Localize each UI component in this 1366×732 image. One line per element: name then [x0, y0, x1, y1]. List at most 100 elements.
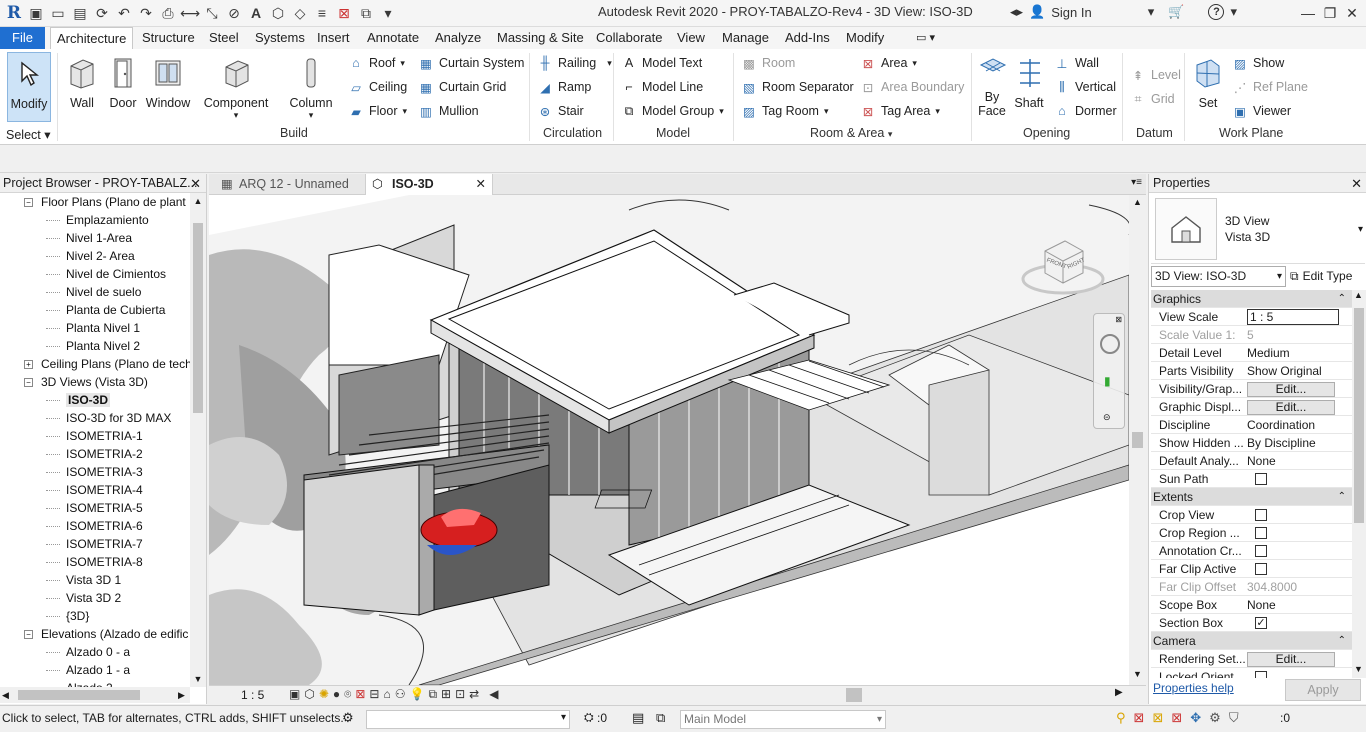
level-button[interactable]: ⇞ Level [1130, 65, 1181, 85]
tab-steel[interactable]: Steel [203, 27, 245, 49]
dormer-button[interactable]: ⌂ Dormer [1054, 101, 1116, 121]
curtain-grid-button[interactable]: ▦ Curtain Grid [418, 77, 506, 97]
worksets-icon[interactable]: ⚙ [342, 710, 354, 726]
select-underlay-icon[interactable]: ⊠ [1134, 710, 1145, 726]
tree-item[interactable]: Vista 3D 2 [46, 589, 121, 607]
tab-modify[interactable]: Modify [840, 27, 890, 49]
view-instance-selector[interactable]: 3D View: ISO-3D ▾ [1151, 266, 1286, 287]
tree-item[interactable]: Nivel 2- Area [46, 247, 135, 265]
properties-vscroll[interactable]: ▲ ▼ [1352, 290, 1366, 678]
property-group-header[interactable]: Graphics ⌃ [1151, 290, 1352, 308]
viewcube[interactable]: FRONT RIGHT [1021, 235, 1105, 299]
home-icon[interactable]: ▣ [26, 3, 46, 23]
show-work-plane-button[interactable]: ▨ Show [1232, 53, 1284, 73]
tree-item[interactable]: Nivel de Cimientos [46, 265, 166, 283]
design-option-dropdown[interactable]: Main Model ▾ [680, 710, 886, 729]
property-value[interactable]: Show Original [1247, 362, 1351, 380]
checkbox[interactable] [1255, 545, 1267, 557]
property-row[interactable]: Show Hidden ... By Discipline [1151, 434, 1352, 452]
property-edit-button[interactable]: Edit... [1247, 380, 1351, 398]
property-checkbox[interactable] [1255, 560, 1353, 578]
property-checkbox[interactable] [1255, 542, 1353, 560]
tree-category[interactable]: −3D Views (Vista 3D) [24, 373, 148, 391]
area-button[interactable]: ⊠ Area ▾ [860, 53, 917, 73]
project-browser-vscroll[interactable]: ▲ ▼ [190, 193, 206, 687]
save-icon[interactable]: ▤ [70, 3, 90, 23]
property-value[interactable]: By Discipline [1247, 434, 1351, 452]
ceiling-button[interactable]: ▱ Ceiling [348, 77, 407, 97]
property-row[interactable]: View Scale 1 : 5 [1151, 308, 1352, 326]
close-icon[interactable]: ✕ [190, 174, 201, 193]
tree-item[interactable]: Alzado 2 [46, 679, 113, 687]
area-dropdown-icon[interactable]: ▾ [912, 58, 917, 69]
shaft-button[interactable]: Shaft [1012, 52, 1046, 132]
qat-dropdown-icon[interactable]: ▾ [378, 3, 398, 23]
chevron-down-icon[interactable]: ▾ [877, 711, 882, 728]
filter-icon[interactable]: ⛉ [1229, 710, 1239, 726]
room-button[interactable]: ▩ Room [741, 53, 795, 73]
edit-type-button[interactable]: ⧉ Edit Type [1290, 266, 1352, 287]
sync-icon[interactable]: ⟳ [92, 3, 112, 23]
vertical-button[interactable]: ⫼ Vertical [1054, 77, 1116, 97]
project-browser-scroll-thumb[interactable] [193, 223, 203, 413]
properties-scroll-thumb[interactable] [1354, 308, 1364, 523]
chevron-down-icon[interactable]: ▾ [1358, 224, 1363, 235]
tree-item[interactable]: ISOMETRIA-1 [46, 427, 143, 445]
room-area-dropdown-icon[interactable]: ▾ [888, 129, 893, 139]
property-value[interactable]: Coordination [1247, 416, 1351, 434]
chevron-down-icon[interactable]: ▾ [561, 712, 566, 723]
door-button[interactable]: Door [105, 52, 141, 132]
help-icon[interactable]: ? [1208, 4, 1225, 20]
tree-item[interactable]: Alzado 1 - a [46, 661, 130, 679]
property-row[interactable]: Graphic Displ... Edit... [1151, 398, 1352, 416]
tree-item[interactable]: Planta Nivel 2 [46, 337, 140, 355]
3d-viewport[interactable]: FRONT RIGHT ⊠ ▮ ⊝ [209, 195, 1129, 685]
tree-category[interactable]: − Floor Plans (Plano de plant [24, 193, 186, 211]
property-row[interactable]: Sun Path [1151, 470, 1352, 488]
collapse-icon[interactable]: − [24, 198, 33, 208]
scroll-right-icon[interactable]: ▶ [1115, 687, 1123, 698]
tab-annotate[interactable]: Annotate [361, 27, 425, 49]
viewport-vscroll[interactable]: ▲ ▼ [1129, 195, 1146, 685]
expand-icon[interactable]: + [24, 360, 33, 370]
visual-style-icon[interactable]: ⬡ [304, 687, 314, 702]
checkbox[interactable] [1255, 473, 1267, 485]
property-checkbox[interactable] [1255, 470, 1353, 488]
property-row[interactable]: Parts Visibility Show Original [1151, 362, 1352, 380]
reveal-hidden-icon[interactable]: 💡 [409, 687, 424, 702]
property-group-header[interactable]: Camera ⌃ [1151, 632, 1352, 650]
project-browser-hscroll[interactable]: ◀ ▶ [0, 687, 190, 703]
grid-button[interactable]: ⌗ Grid [1130, 89, 1174, 109]
type-selector[interactable]: 3D View Vista 3D ▾ [1151, 194, 1365, 264]
property-value[interactable]: 5 [1247, 326, 1351, 344]
scroll-up-icon[interactable]: ▲ [1354, 290, 1363, 300]
measure-icon[interactable]: ⟷ [180, 3, 200, 23]
tree-category[interactable]: − Elevations (Alzado de edific [24, 625, 188, 643]
constraints-icon[interactable]: ⊡ [455, 687, 465, 702]
crop-view-icon[interactable]: ⊠ [355, 687, 365, 702]
switch-windows-icon[interactable]: ⧉ [356, 3, 376, 23]
steering-wheel-icon[interactable] [1100, 334, 1120, 354]
tree-item[interactable]: {3D} [46, 607, 89, 625]
by-face-button[interactable]: By Face [975, 52, 1009, 132]
tab-systems[interactable]: Systems [249, 27, 311, 49]
tree-item[interactable]: ISOMETRIA-4 [46, 481, 143, 499]
tab-view[interactable]: View [671, 27, 711, 49]
scroll-down-icon[interactable]: ▼ [1133, 669, 1142, 679]
property-row[interactable]: Annotation Cr... [1151, 542, 1352, 560]
minimize-icon[interactable]: — [1296, 2, 1320, 24]
project-browser-hscroll-thumb[interactable] [18, 690, 140, 700]
tab-massing-site[interactable]: Massing & Site [491, 27, 590, 49]
model-line-button[interactable]: ⌐ Model Line [621, 77, 703, 97]
help-dropdown-icon[interactable]: ▾ [1230, 4, 1237, 20]
scroll-left-icon[interactable]: ◀ [489, 687, 498, 702]
checkbox[interactable] [1255, 509, 1267, 521]
tab-analyze[interactable]: Analyze [429, 27, 487, 49]
analytical-model-icon[interactable]: ⊞ [441, 687, 451, 702]
stair-button[interactable]: ⊛ Stair [537, 101, 584, 121]
component-button[interactable]: Component ▾ [200, 52, 272, 132]
roof-button[interactable]: ⌂ Roof ▾ [348, 53, 405, 73]
tree-item[interactable]: Nivel 1-Area [46, 229, 132, 247]
view-tab-iso-3d[interactable]: ⬡ ISO-3D ✕ [365, 174, 493, 195]
chevron-left-icon[interactable]: ◂▸ [1010, 4, 1023, 20]
